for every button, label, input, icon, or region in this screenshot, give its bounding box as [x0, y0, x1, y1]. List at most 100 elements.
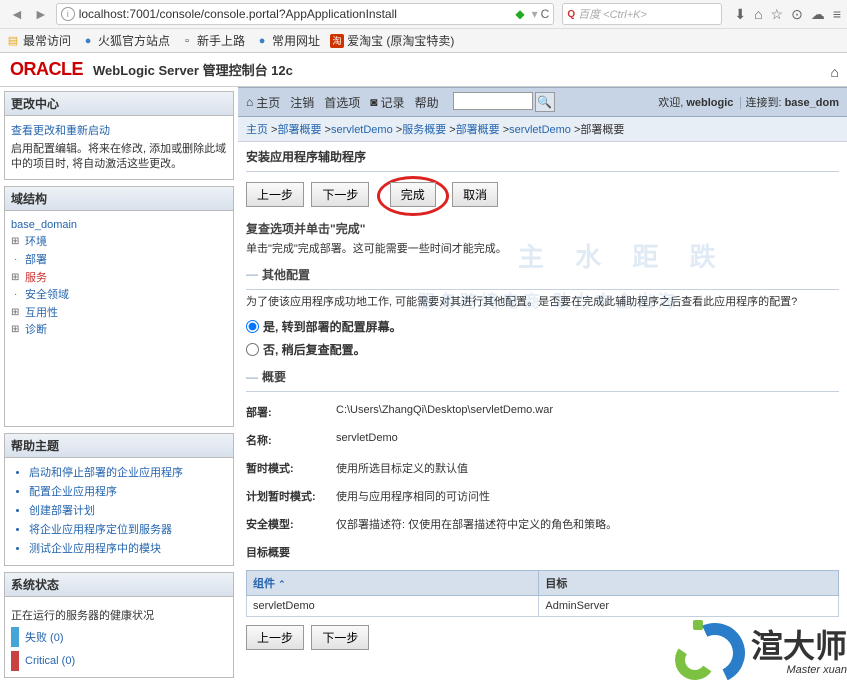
help-header: 帮助主题 [5, 434, 233, 458]
help-panel: 帮助主题 启动和停止部署的企业应用程序 配置企业应用程序 创建部署计划 将企业应… [4, 433, 234, 566]
finish-button[interactable]: 完成 [390, 182, 436, 207]
system-status-panel: 系统状态 正在运行的服务器的健康状况 失败 (0) Critical (0) [4, 572, 234, 678]
value-planmode: 使用与应用程序相同的可访问性 [336, 488, 839, 504]
bookmark-newbie[interactable]: ▫新手上路 [180, 32, 245, 49]
status-critical-row: Critical (0) [11, 651, 227, 671]
domain-structure-panel: 域结构 base_domain 环境 部署 服务 安全领域 互用性 诊断 [4, 186, 234, 427]
radio-no-row: 否, 稍后复查配置。 [246, 341, 839, 358]
domain-structure-header: 域结构 [5, 187, 233, 211]
table-row: servletDemo AdminServer [247, 596, 839, 617]
bookmark-most-visited[interactable]: ▤最常访问 [6, 32, 71, 49]
crumb-4[interactable]: 部署概要 [456, 124, 500, 136]
cell-component: servletDemo [247, 596, 539, 617]
back-arrow[interactable]: ◄ [6, 4, 28, 24]
crumb-3[interactable]: 服务概要 [402, 124, 446, 136]
tree-deployments[interactable]: 部署 [11, 252, 227, 270]
crumb-1[interactable]: 部署概要 [277, 124, 321, 136]
radio-yes-label: 是, 转到部署的配置屏幕。 [263, 318, 402, 335]
browser-url-bar: ◄ ► i localhost:7001/console/console.por… [0, 0, 847, 29]
help-link-3[interactable]: 创建部署计划 [29, 502, 227, 518]
help-link-2[interactable]: 配置企业应用程序 [29, 483, 227, 499]
label-name: 名称: [246, 432, 336, 448]
toolbar-help[interactable]: 帮助 [415, 94, 439, 111]
radio-yes[interactable] [246, 320, 259, 333]
search-engine-icon: Q [567, 9, 575, 20]
value-tempmode: 使用所选目标定义的默认值 [336, 460, 839, 476]
shield-icon[interactable]: ◆ [515, 7, 524, 21]
site-identity-icon[interactable]: i [61, 7, 75, 21]
menu-icon[interactable]: ≡ [833, 6, 841, 23]
toolbar-search-button[interactable]: 🔍 [535, 92, 555, 112]
home-icon[interactable]: ⌂ [754, 6, 762, 23]
help-link-1[interactable]: 启动和停止部署的企业应用程序 [29, 464, 227, 480]
section-review-title: 复查选项并单击"完成" [246, 220, 839, 237]
col-target: 目标 [539, 571, 839, 596]
radio-no-label: 否, 稍后复查配置。 [263, 341, 366, 358]
oracle-header: ORACLE WebLogic Server 管理控制台 12c ⌂ [0, 53, 847, 87]
toolbar-logout[interactable]: 注销 [290, 94, 314, 111]
section-other-title: —其他配置 [246, 266, 839, 283]
tree-security[interactable]: 安全领域 [11, 287, 227, 305]
toolbar-search-input[interactable] [453, 92, 533, 110]
view-changes-link[interactable]: 查看更改和重新启动 [11, 122, 227, 138]
radio-no[interactable] [246, 343, 259, 356]
toolbar-record[interactable]: ◙记录 [370, 94, 404, 111]
bookmark-bar: ▤最常访问 ●火狐官方站点 ▫新手上路 ●常用网址 淘爱淘宝 (原淘宝特卖) [0, 29, 847, 53]
section-other-desc: 为了使该应用程序成功地工作, 可能需要对其进行其他配置。是否要在完成此辅助程序之… [246, 294, 839, 311]
globe-icon: ● [255, 34, 269, 48]
toolbar-search: 🔍 [453, 92, 555, 112]
back-button-bottom[interactable]: 上一步 [246, 625, 304, 650]
cancel-button[interactable]: 取消 [452, 182, 498, 207]
forward-arrow[interactable]: ► [30, 4, 52, 24]
brand-subtitle: Master xuan [751, 664, 847, 676]
target-table: 组件 ⌃ 目标 servletDemo AdminServer [246, 570, 839, 617]
value-name: servletDemo [336, 432, 839, 448]
toolbar-prefs[interactable]: 首选项 [324, 94, 360, 111]
globe-icon: ● [81, 34, 95, 48]
bookmark-common[interactable]: ●常用网址 [255, 32, 320, 49]
label-tempmode: 暂时模式: [246, 460, 336, 476]
refresh-icon[interactable]: C [541, 7, 550, 21]
tree-interop[interactable]: 互用性 [11, 305, 227, 323]
chat-icon[interactable]: ☁ [811, 6, 825, 23]
value-deploy: C:\Users\ZhangQi\Desktop\servletDemo.war [336, 404, 839, 420]
breadcrumb: 主页 >部署概要 >servletDemo >服务概要 >部署概要 >servl… [238, 117, 847, 142]
sync-icon[interactable]: ⊙ [791, 6, 803, 23]
button-row-top: 上一步 下一步 完成 取消 [246, 180, 839, 212]
status-failed-link[interactable]: 失败 (0) [25, 629, 64, 645]
tree-root[interactable]: base_domain [11, 217, 227, 235]
next-button[interactable]: 下一步 [311, 182, 369, 207]
label-security: 安全模型: [246, 516, 336, 532]
bookmark-aitaobao[interactable]: 淘爱淘宝 (原淘宝特卖) [330, 32, 454, 49]
crumb-2[interactable]: servletDemo [331, 124, 393, 136]
crumb-home[interactable]: 主页 [246, 124, 268, 136]
label-planmode: 计划暂时模式: [246, 488, 336, 504]
status-text: 正在运行的服务器的健康状况 [11, 607, 227, 623]
tree-services[interactable]: 服务 [11, 270, 227, 288]
browser-search-box[interactable]: Q 百度 <Ctrl+K> [562, 3, 722, 25]
sort-icon: ⌃ [278, 579, 286, 589]
browser-toolbar-icons: ⬇ ⌂ ☆ ⊙ ☁ ≡ [734, 6, 841, 23]
download-icon[interactable]: ⬇ [734, 6, 746, 23]
back-button[interactable]: 上一步 [246, 182, 304, 207]
help-link-4[interactable]: 将企业应用程序定位到服务器 [29, 521, 227, 537]
next-button-bottom[interactable]: 下一步 [311, 625, 369, 650]
toolbar-home[interactable]: ⌂主页 [246, 94, 280, 111]
change-center-panel: 更改中心 查看更改和重新启动 启用配置编辑。将来在修改, 添加或删除此域中的项目… [4, 91, 234, 180]
status-bar-failed [11, 627, 19, 647]
button-row-bottom: 上一步 下一步 [246, 625, 839, 650]
status-critical-link[interactable]: Critical (0) [25, 655, 75, 667]
header-home-icon[interactable]: ⌂ [827, 60, 843, 84]
help-link-5[interactable]: 测试企业应用程序中的模块 [29, 540, 227, 556]
folder-icon: ▤ [6, 34, 20, 48]
url-field[interactable]: i localhost:7001/console/console.portal?… [56, 3, 555, 25]
crumb-5[interactable]: servletDemo [509, 124, 571, 136]
tree-diagnostics[interactable]: 诊断 [11, 322, 227, 340]
search-placeholder: 百度 <Ctrl+K> [578, 6, 647, 22]
record-icon: ◙ [370, 95, 377, 109]
tree-environment[interactable]: 环境 [11, 234, 227, 252]
bookmark-star-icon[interactable]: ☆ [771, 6, 784, 23]
col-component[interactable]: 组件 ⌃ [247, 571, 539, 596]
bookmark-firefox[interactable]: ●火狐官方站点 [81, 32, 170, 49]
oracle-logo: ORACLE [10, 59, 83, 80]
